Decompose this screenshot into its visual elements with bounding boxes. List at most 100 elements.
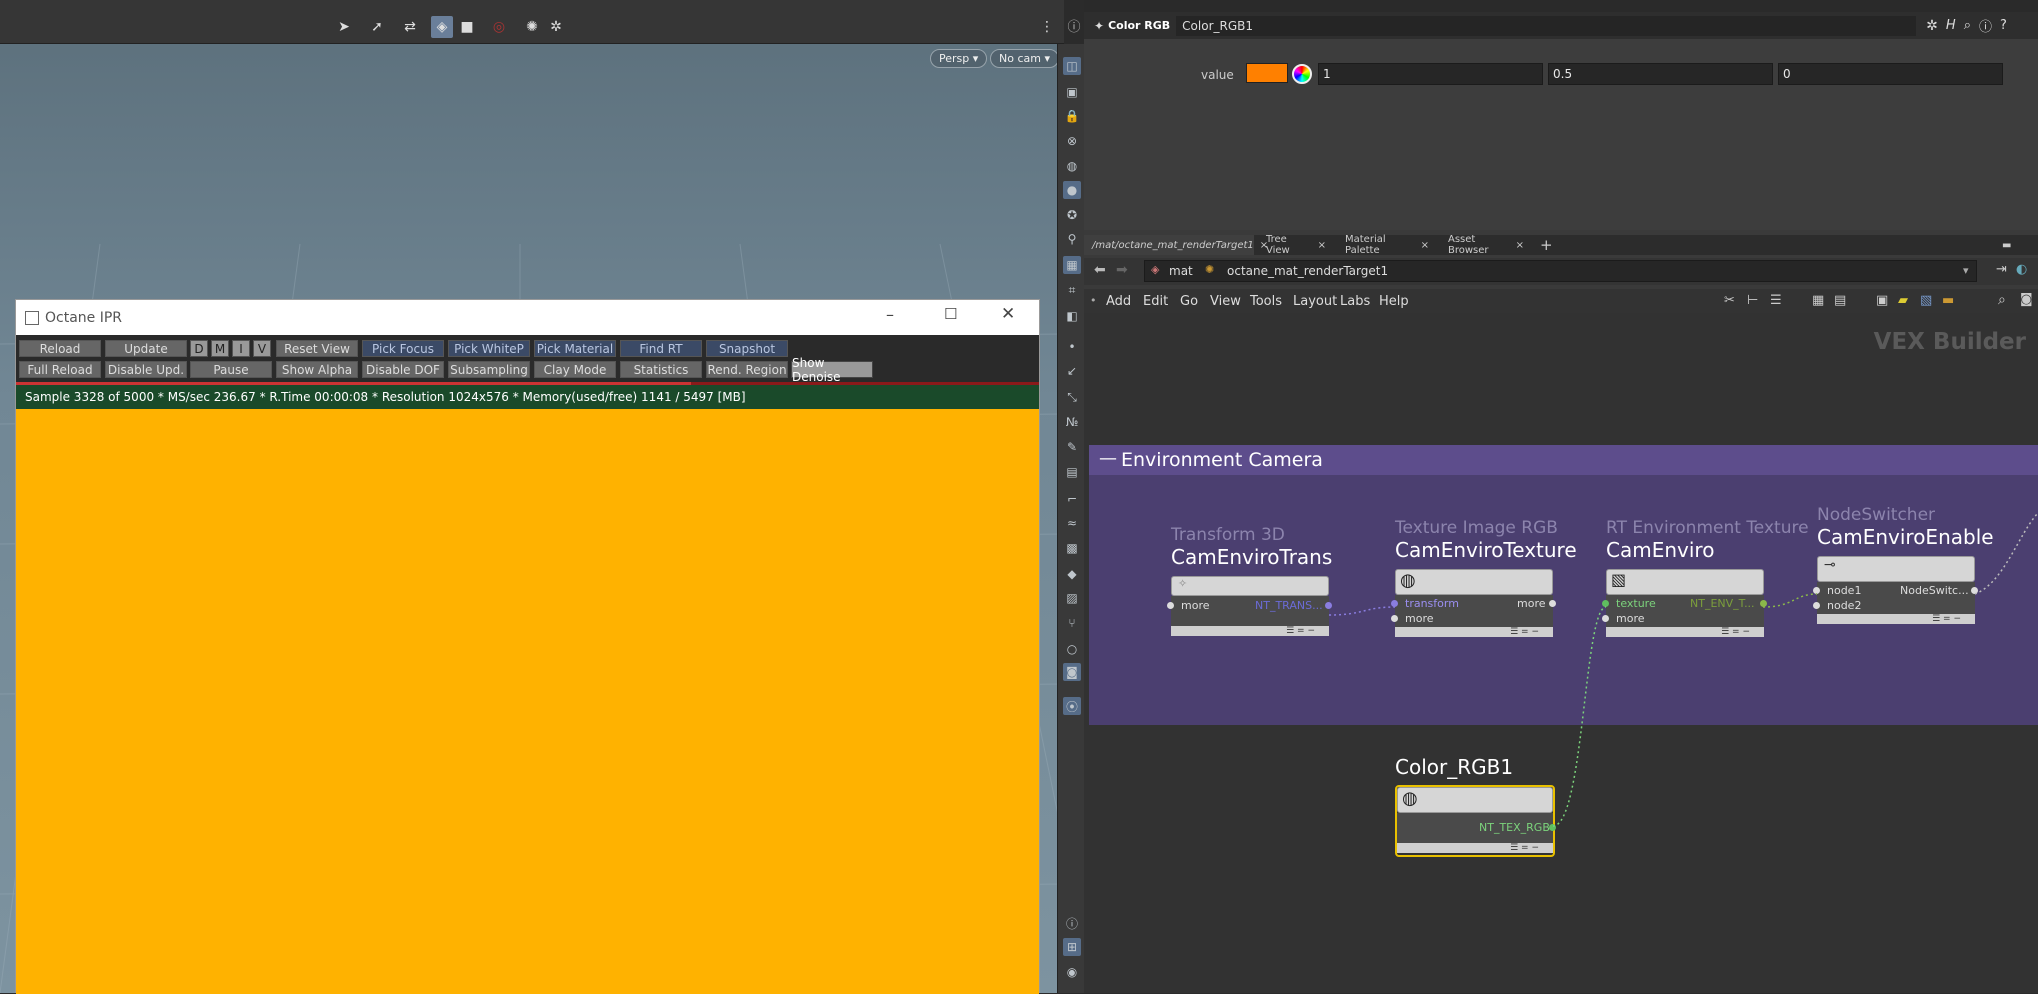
location-icon[interactable]: ⦿ [1063, 697, 1081, 715]
render-region-button[interactable]: Rend. Region [706, 361, 788, 378]
light-icon[interactable]: ● [1063, 181, 1081, 199]
value-b-field[interactable]: 0 [1778, 63, 2003, 85]
numbers-icon[interactable]: № [1063, 413, 1081, 431]
pick-material-button[interactable]: Pick Material [534, 340, 616, 357]
close-icon[interactable]: ⊗ [1063, 132, 1081, 150]
reset-view-button[interactable]: Reset View [276, 340, 358, 357]
pick-focus-button[interactable]: Pick Focus [362, 340, 444, 357]
reload-button[interactable]: Reload [19, 340, 101, 357]
menu-labs[interactable]: Labs [1340, 294, 1370, 309]
pin-pane-icon[interactable]: ⇥ [1996, 262, 2007, 277]
layout-icon[interactable]: ⊞ [1063, 938, 1081, 956]
i-toggle[interactable]: I [232, 340, 250, 357]
grid-view-icon[interactable]: ▦ [1812, 293, 1824, 308]
close-tab-icon[interactable]: × [1318, 240, 1326, 251]
menu-help[interactable]: Help [1379, 294, 1409, 309]
color-wheel-icon[interactable] [1292, 64, 1312, 84]
v-toggle[interactable]: V [253, 340, 271, 357]
snap-icon[interactable]: ◈ [431, 16, 453, 38]
ghost-icon[interactable]: ◍ [1063, 157, 1081, 175]
node-name-field[interactable]: Color_RGB1 [1176, 15, 1917, 36]
folder-icon[interactable]: ▬ [1942, 293, 1954, 308]
cube-icon[interactable]: ◧ [1063, 307, 1081, 325]
color-swatch[interactable] [1246, 63, 1288, 83]
clay-mode-button[interactable]: Clay Mode [534, 361, 616, 378]
close-tab-icon[interactable]: × [1516, 240, 1524, 251]
display-options-icon[interactable]: ⋮ [1036, 16, 1058, 38]
diamond-icon[interactable]: ◆ [1063, 565, 1081, 583]
wrench-icon[interactable]: ✂ [1724, 293, 1735, 308]
transform-handle-icon[interactable]: ⇄ [399, 16, 421, 38]
edge-icon[interactable]: ↙ [1063, 362, 1081, 380]
menu-tools[interactable]: Tools [1250, 294, 1282, 309]
path-field[interactable]: ◈ mat ✺ octane_mat_renderTarget1 ▾ [1144, 260, 1977, 282]
list-icon[interactable]: ☰ [1770, 293, 1782, 308]
point-icon[interactable]: • [1063, 338, 1081, 356]
branch-icon[interactable]: ⑂ [1063, 614, 1081, 632]
pane-menu-icon[interactable]: ▬ [1994, 235, 2014, 255]
find-rt-button[interactable]: Find RT [620, 340, 702, 357]
wave-icon[interactable]: ≈ [1063, 514, 1081, 532]
box-icon[interactable]: ■ [456, 16, 478, 38]
bracket-icon[interactable]: ⌐ [1063, 490, 1081, 508]
capture-icon[interactable]: ◉ [1063, 963, 1081, 981]
snapshot-button[interactable]: Snapshot [706, 340, 788, 357]
view-icon[interactable]: ◙ [1063, 663, 1081, 681]
checker-icon[interactable]: ▩ [1063, 539, 1081, 557]
toolbar-camera-icon[interactable]: ▣ [1063, 83, 1081, 101]
help-icon[interactable]: ⓘ [1064, 16, 1084, 38]
select-tool-icon[interactable]: ➤ [333, 16, 355, 38]
grid-icon[interactable]: ⌗ [1063, 281, 1081, 299]
toolbar-display-icon[interactable]: ◫ [1063, 57, 1081, 75]
help-circle-icon[interactable]: ? [2000, 18, 2007, 33]
d-toggle[interactable]: D [190, 340, 208, 357]
path-root[interactable]: mat [1169, 264, 1193, 278]
help-h-icon[interactable]: H [1946, 18, 1956, 33]
search-icon[interactable]: ⌕ [1964, 18, 1971, 33]
full-reload-button[interactable]: Full Reload [19, 361, 101, 378]
chevron-down-icon[interactable]: ▾ [1963, 264, 1969, 277]
select-tool-alt-icon[interactable]: ➚ [366, 16, 388, 38]
disable-update-button[interactable]: Disable Upd. [105, 361, 187, 378]
image-icon[interactable]: ▨ [1063, 589, 1081, 607]
statistics-button[interactable]: Statistics [620, 361, 702, 378]
menu-layout[interactable]: Layout [1293, 294, 1337, 309]
tab-asset-browser[interactable]: Asset Browser × [1440, 234, 1532, 256]
circle-icon[interactable]: ○ [1063, 640, 1081, 658]
link-icon[interactable]: ◐ [2016, 262, 2027, 277]
tree-icon[interactable]: ⊢ [1747, 293, 1758, 308]
menu-edit[interactable]: Edit [1143, 294, 1168, 309]
network-box-icon[interactable]: ▣ [1876, 293, 1888, 308]
tab-render-target[interactable]: /mat/octane_mat_renderTarget1 × [1084, 235, 1268, 255]
stack-icon[interactable]: ▤ [1063, 463, 1081, 481]
info-icon[interactable]: ⓘ [1063, 914, 1081, 932]
value-r-field[interactable]: 1 [1318, 63, 1543, 85]
render-icon[interactable]: ✺ [521, 16, 543, 38]
close-window-icon[interactable]: ✕ [1001, 304, 1015, 324]
network-editor[interactable]: VEX Builder — Environment Camera Transfo… [1084, 313, 2038, 993]
pause-button[interactable]: Pause [190, 361, 272, 378]
normals-icon[interactable]: ⤡ [1063, 388, 1081, 406]
camera-icon[interactable]: ◙ [2020, 292, 2033, 307]
info-circle-icon[interactable]: ⓘ [1979, 16, 1992, 35]
image-pane-icon[interactable]: ▧ [1920, 293, 1932, 308]
update-button[interactable]: Update [105, 340, 187, 357]
back-arrow-icon[interactable]: ⬅ [1094, 262, 1106, 278]
minimize-icon[interactable]: – [886, 305, 894, 324]
close-tab-icon[interactable]: × [1421, 240, 1429, 251]
tab-tree-view[interactable]: Tree View × [1258, 234, 1334, 256]
show-denoise-button[interactable]: Show Denoise [791, 356, 873, 384]
record-icon[interactable]: ◎ [488, 16, 510, 38]
perspective-menu-button[interactable]: Persp ▾ [930, 49, 988, 68]
ipr-title-bar[interactable]: Octane IPR – ☐ ✕ [16, 300, 1039, 335]
path-child[interactable]: octane_mat_renderTarget1 [1227, 264, 1388, 278]
pick-whitep-button[interactable]: Pick WhiteP [448, 340, 530, 357]
sticky-note-icon[interactable]: ▰ [1898, 293, 1908, 308]
grid-list-icon[interactable]: ▤ [1834, 293, 1846, 308]
menu-view[interactable]: View [1210, 294, 1241, 309]
wireframe-icon[interactable]: ▦ [1063, 256, 1081, 274]
gear-icon[interactable]: ✲ [1926, 18, 1938, 34]
menu-add[interactable]: Add [1106, 294, 1131, 309]
brush-icon[interactable]: ✎ [1063, 438, 1081, 456]
tab-material-palette[interactable]: Material Palette × [1337, 234, 1437, 256]
